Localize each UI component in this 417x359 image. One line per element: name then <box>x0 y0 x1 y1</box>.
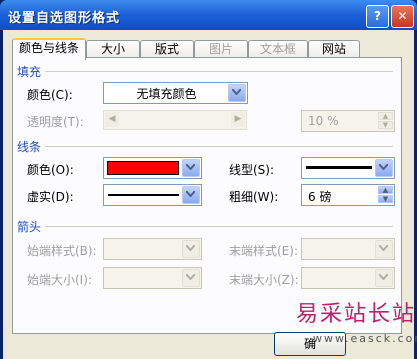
line-heading: 线条 <box>17 140 42 154</box>
line-style-preview <box>306 166 372 169</box>
colors-lines-panel: 填充 颜色(C): 无填充颜色 透明度(T): ◀ ▶ 10 % ▲ ▼ 线条 颜… <box>12 57 402 334</box>
begin-style-label: 始端样式(B): <box>27 244 97 258</box>
tab-web[interactable]: 网站 <box>308 40 360 58</box>
chevron-down-icon[interactable] <box>375 240 393 258</box>
transparency-slider[interactable]: ◀ ▶ <box>103 110 247 130</box>
dash-dropdown[interactable] <box>103 184 202 206</box>
end-style-label: 末端样式(E): <box>229 244 298 258</box>
weight-spinner[interactable]: 6 磅 ▲ ▼ <box>301 184 395 206</box>
tab-picture[interactable]: 图片 <box>194 40 248 58</box>
spinner-buttons[interactable]: ▲ ▼ <box>378 112 393 130</box>
dialog-window: 设置自选图形格式 ? ✕ 颜色与线条 大小 版式 图片 文本框 网站 填充 颜色… <box>0 0 417 359</box>
line-color-dropdown[interactable] <box>103 157 202 179</box>
dash-preview <box>108 194 179 196</box>
spin-up-icon[interactable]: ▲ <box>378 112 393 120</box>
fill-color-label: 颜色(C): <box>27 88 73 102</box>
arrows-heading: 箭头 <box>17 220 42 234</box>
line-style-dropdown[interactable] <box>301 157 395 179</box>
chevron-down-icon[interactable] <box>182 186 200 204</box>
tab-colors-lines[interactable]: 颜色与线条 <box>12 38 86 60</box>
spin-down-icon[interactable]: ▼ <box>378 121 393 129</box>
transparency-label: 透明度(T): <box>27 115 84 129</box>
help-button[interactable]: ? <box>366 5 389 28</box>
arrows-divider <box>45 226 393 227</box>
end-size-dropdown[interactable] <box>301 267 395 289</box>
line-color-swatch <box>107 161 179 175</box>
close-button[interactable]: ✕ <box>391 5 414 28</box>
chevron-down-icon[interactable] <box>228 84 246 102</box>
line-style-label: 线型(S): <box>229 163 275 177</box>
transparency-value: 10 % <box>308 114 339 128</box>
spin-down-icon[interactable]: ▼ <box>378 195 393 203</box>
title-bar[interactable]: 设置自选图形格式 ? ✕ <box>0 0 417 30</box>
window-title: 设置自选图形格式 <box>8 11 121 26</box>
weight-value: 6 磅 <box>308 190 332 204</box>
watermark-logo: 易采站长站 www.easck.com <box>296 296 417 356</box>
slider-left-arrow-icon[interactable]: ◀ <box>105 112 119 127</box>
begin-size-dropdown[interactable] <box>103 267 202 289</box>
fill-color-value: 无填充颜色 <box>136 87 197 101</box>
chevron-down-icon[interactable] <box>375 159 393 177</box>
spin-up-icon[interactable]: ▲ <box>378 186 393 194</box>
tab-textbox[interactable]: 文本框 <box>248 40 308 58</box>
chevron-down-icon[interactable] <box>182 240 200 258</box>
watermark-text: 易采站长站 <box>296 302 417 327</box>
fill-heading: 填充 <box>17 65 42 79</box>
transparency-spinner[interactable]: 10 % ▲ ▼ <box>301 110 395 132</box>
dash-label: 虚实(D): <box>27 190 74 204</box>
begin-style-dropdown[interactable] <box>103 238 202 260</box>
watermark-url: www.easck.com <box>313 332 417 345</box>
spinner-buttons[interactable]: ▲ ▼ <box>378 186 393 204</box>
fill-color-dropdown[interactable]: 无填充颜色 <box>103 82 248 104</box>
tab-layout[interactable]: 版式 <box>140 40 194 58</box>
end-size-label: 末端大小(Z): <box>229 273 299 287</box>
tab-size[interactable]: 大小 <box>86 40 140 58</box>
chevron-down-icon[interactable] <box>182 159 200 177</box>
slider-right-arrow-icon[interactable]: ▶ <box>231 112 245 127</box>
chevron-down-icon[interactable] <box>182 269 200 287</box>
line-divider <box>45 146 393 147</box>
end-style-dropdown[interactable] <box>301 238 395 260</box>
chevron-down-icon[interactable] <box>375 269 393 287</box>
weight-label: 粗细(W): <box>229 190 279 204</box>
begin-size-label: 始端大小(I): <box>27 273 92 287</box>
line-color-label: 颜色(O): <box>27 163 74 177</box>
fill-divider <box>45 71 393 72</box>
